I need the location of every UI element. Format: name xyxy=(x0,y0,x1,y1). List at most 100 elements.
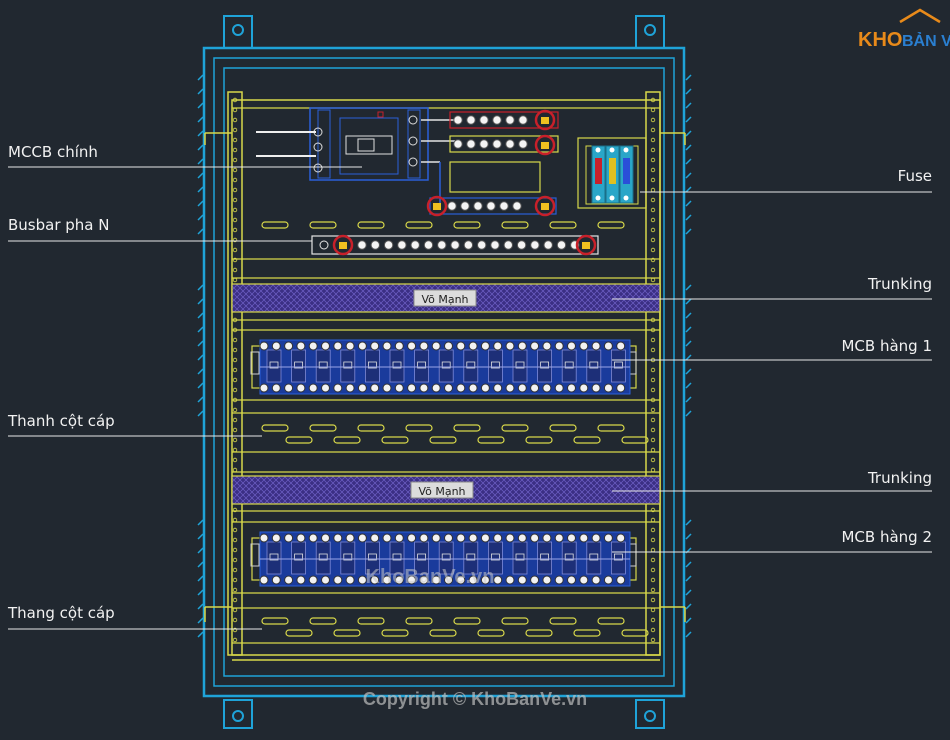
mcb-unit xyxy=(512,541,528,575)
hinge-tick xyxy=(685,326,692,333)
mcb-unit xyxy=(586,349,602,383)
hinge-tick xyxy=(197,354,204,361)
hinge-tick xyxy=(685,368,692,375)
rail-hole xyxy=(232,387,238,393)
rail-hole xyxy=(650,597,656,603)
hinge-tick xyxy=(685,631,692,638)
rail-hole xyxy=(232,597,238,603)
mcb-terminal xyxy=(530,533,540,543)
mcb-unit xyxy=(512,349,528,383)
rail-hole xyxy=(232,107,238,113)
rail-hole xyxy=(232,197,238,203)
hinge-tick xyxy=(197,382,204,389)
mcb-terminal xyxy=(542,383,552,393)
busbar-n-terminal xyxy=(490,240,500,250)
rail-hole xyxy=(650,557,656,563)
busbar-terminal xyxy=(447,201,457,211)
cable-slot xyxy=(453,221,481,229)
busbar-terminal xyxy=(466,115,476,125)
mcb-terminal xyxy=(493,383,503,393)
busbar-terminal xyxy=(492,139,502,149)
hinge-tick xyxy=(685,158,692,165)
rail-hole xyxy=(650,427,656,433)
busbar-n-terminal xyxy=(383,240,394,250)
mcb-unit xyxy=(266,541,282,575)
mcb-terminal xyxy=(542,341,552,351)
mcb-terminal xyxy=(444,533,453,543)
hinge-tick xyxy=(685,533,692,540)
mcb-terminal xyxy=(444,383,453,393)
center-watermark: KhoBanVe.vn xyxy=(366,566,495,588)
mcb-terminal xyxy=(296,533,306,543)
cable-slot xyxy=(357,424,385,432)
mcb-terminal xyxy=(308,575,318,585)
rail-hole xyxy=(650,277,656,283)
mcb-terminal xyxy=(333,383,343,393)
rail-hole xyxy=(232,137,238,143)
mcb-terminal xyxy=(603,383,613,393)
mcb-terminal xyxy=(259,575,269,585)
mcb-terminal xyxy=(579,383,589,393)
hinge-tick xyxy=(197,74,204,81)
rail-hole xyxy=(650,247,656,253)
rail-hole xyxy=(650,617,656,623)
rail-hole xyxy=(650,127,656,133)
cable-slot xyxy=(477,436,505,444)
hinge-tick xyxy=(197,368,204,375)
rail-hole xyxy=(650,537,656,543)
mcb-terminal xyxy=(321,383,330,393)
rail-hole xyxy=(650,547,656,553)
rail-hole xyxy=(232,457,238,463)
rail-hole xyxy=(650,377,656,383)
phase-busbars xyxy=(426,109,559,217)
hinge-tick xyxy=(197,326,204,333)
hinge-tick xyxy=(197,144,204,151)
rail-hole xyxy=(232,537,238,543)
mcb-unit xyxy=(315,541,331,575)
mcb-terminal xyxy=(480,383,490,393)
mcb-terminal xyxy=(554,575,564,585)
cable-slot xyxy=(261,424,289,432)
cable-slot xyxy=(357,221,385,229)
rail-hole xyxy=(232,447,238,453)
mcb-terminal xyxy=(517,383,527,393)
rail-hole xyxy=(232,187,238,193)
cable-slot xyxy=(381,436,409,444)
mcb-terminal xyxy=(259,533,269,543)
mcb-terminal xyxy=(591,341,601,351)
rail-hole xyxy=(232,467,238,473)
cable-slot xyxy=(261,221,289,229)
mcb-unit xyxy=(291,541,307,575)
busbar-n-terminal xyxy=(543,240,553,250)
mcb-terminal xyxy=(505,533,515,543)
mcb-terminal xyxy=(517,575,527,585)
mcb-terminal xyxy=(579,575,589,585)
mcb-terminal xyxy=(345,533,355,543)
hinge-tick xyxy=(197,158,204,165)
busbar-terminal xyxy=(512,201,522,211)
mcb-unit xyxy=(266,349,282,383)
hinge-tick xyxy=(197,284,204,291)
cable-slot xyxy=(381,629,409,637)
hinge-tick xyxy=(685,214,692,221)
rail-hole xyxy=(650,197,656,203)
hinge-tick xyxy=(685,396,692,403)
rail-hole xyxy=(232,587,238,593)
rail-hole xyxy=(650,347,656,353)
hinge-tick xyxy=(197,130,204,137)
busbar-n-terminal xyxy=(556,240,567,250)
mcb-terminal xyxy=(296,383,306,393)
rail-hole xyxy=(232,557,238,563)
mcb-terminal xyxy=(370,383,380,393)
rail-hole xyxy=(232,147,238,153)
mcb-terminal xyxy=(333,533,343,543)
hinge-tick xyxy=(197,617,204,624)
cable-slot xyxy=(429,436,457,444)
busbar-terminal xyxy=(499,201,509,211)
hinge-tick xyxy=(197,102,204,109)
cable-slot xyxy=(309,424,337,432)
site-logo: KHO BẢN VẼ xyxy=(858,8,950,51)
hinge-tick xyxy=(685,354,692,361)
rail-hole xyxy=(650,137,656,143)
mcb-terminal xyxy=(493,575,503,585)
